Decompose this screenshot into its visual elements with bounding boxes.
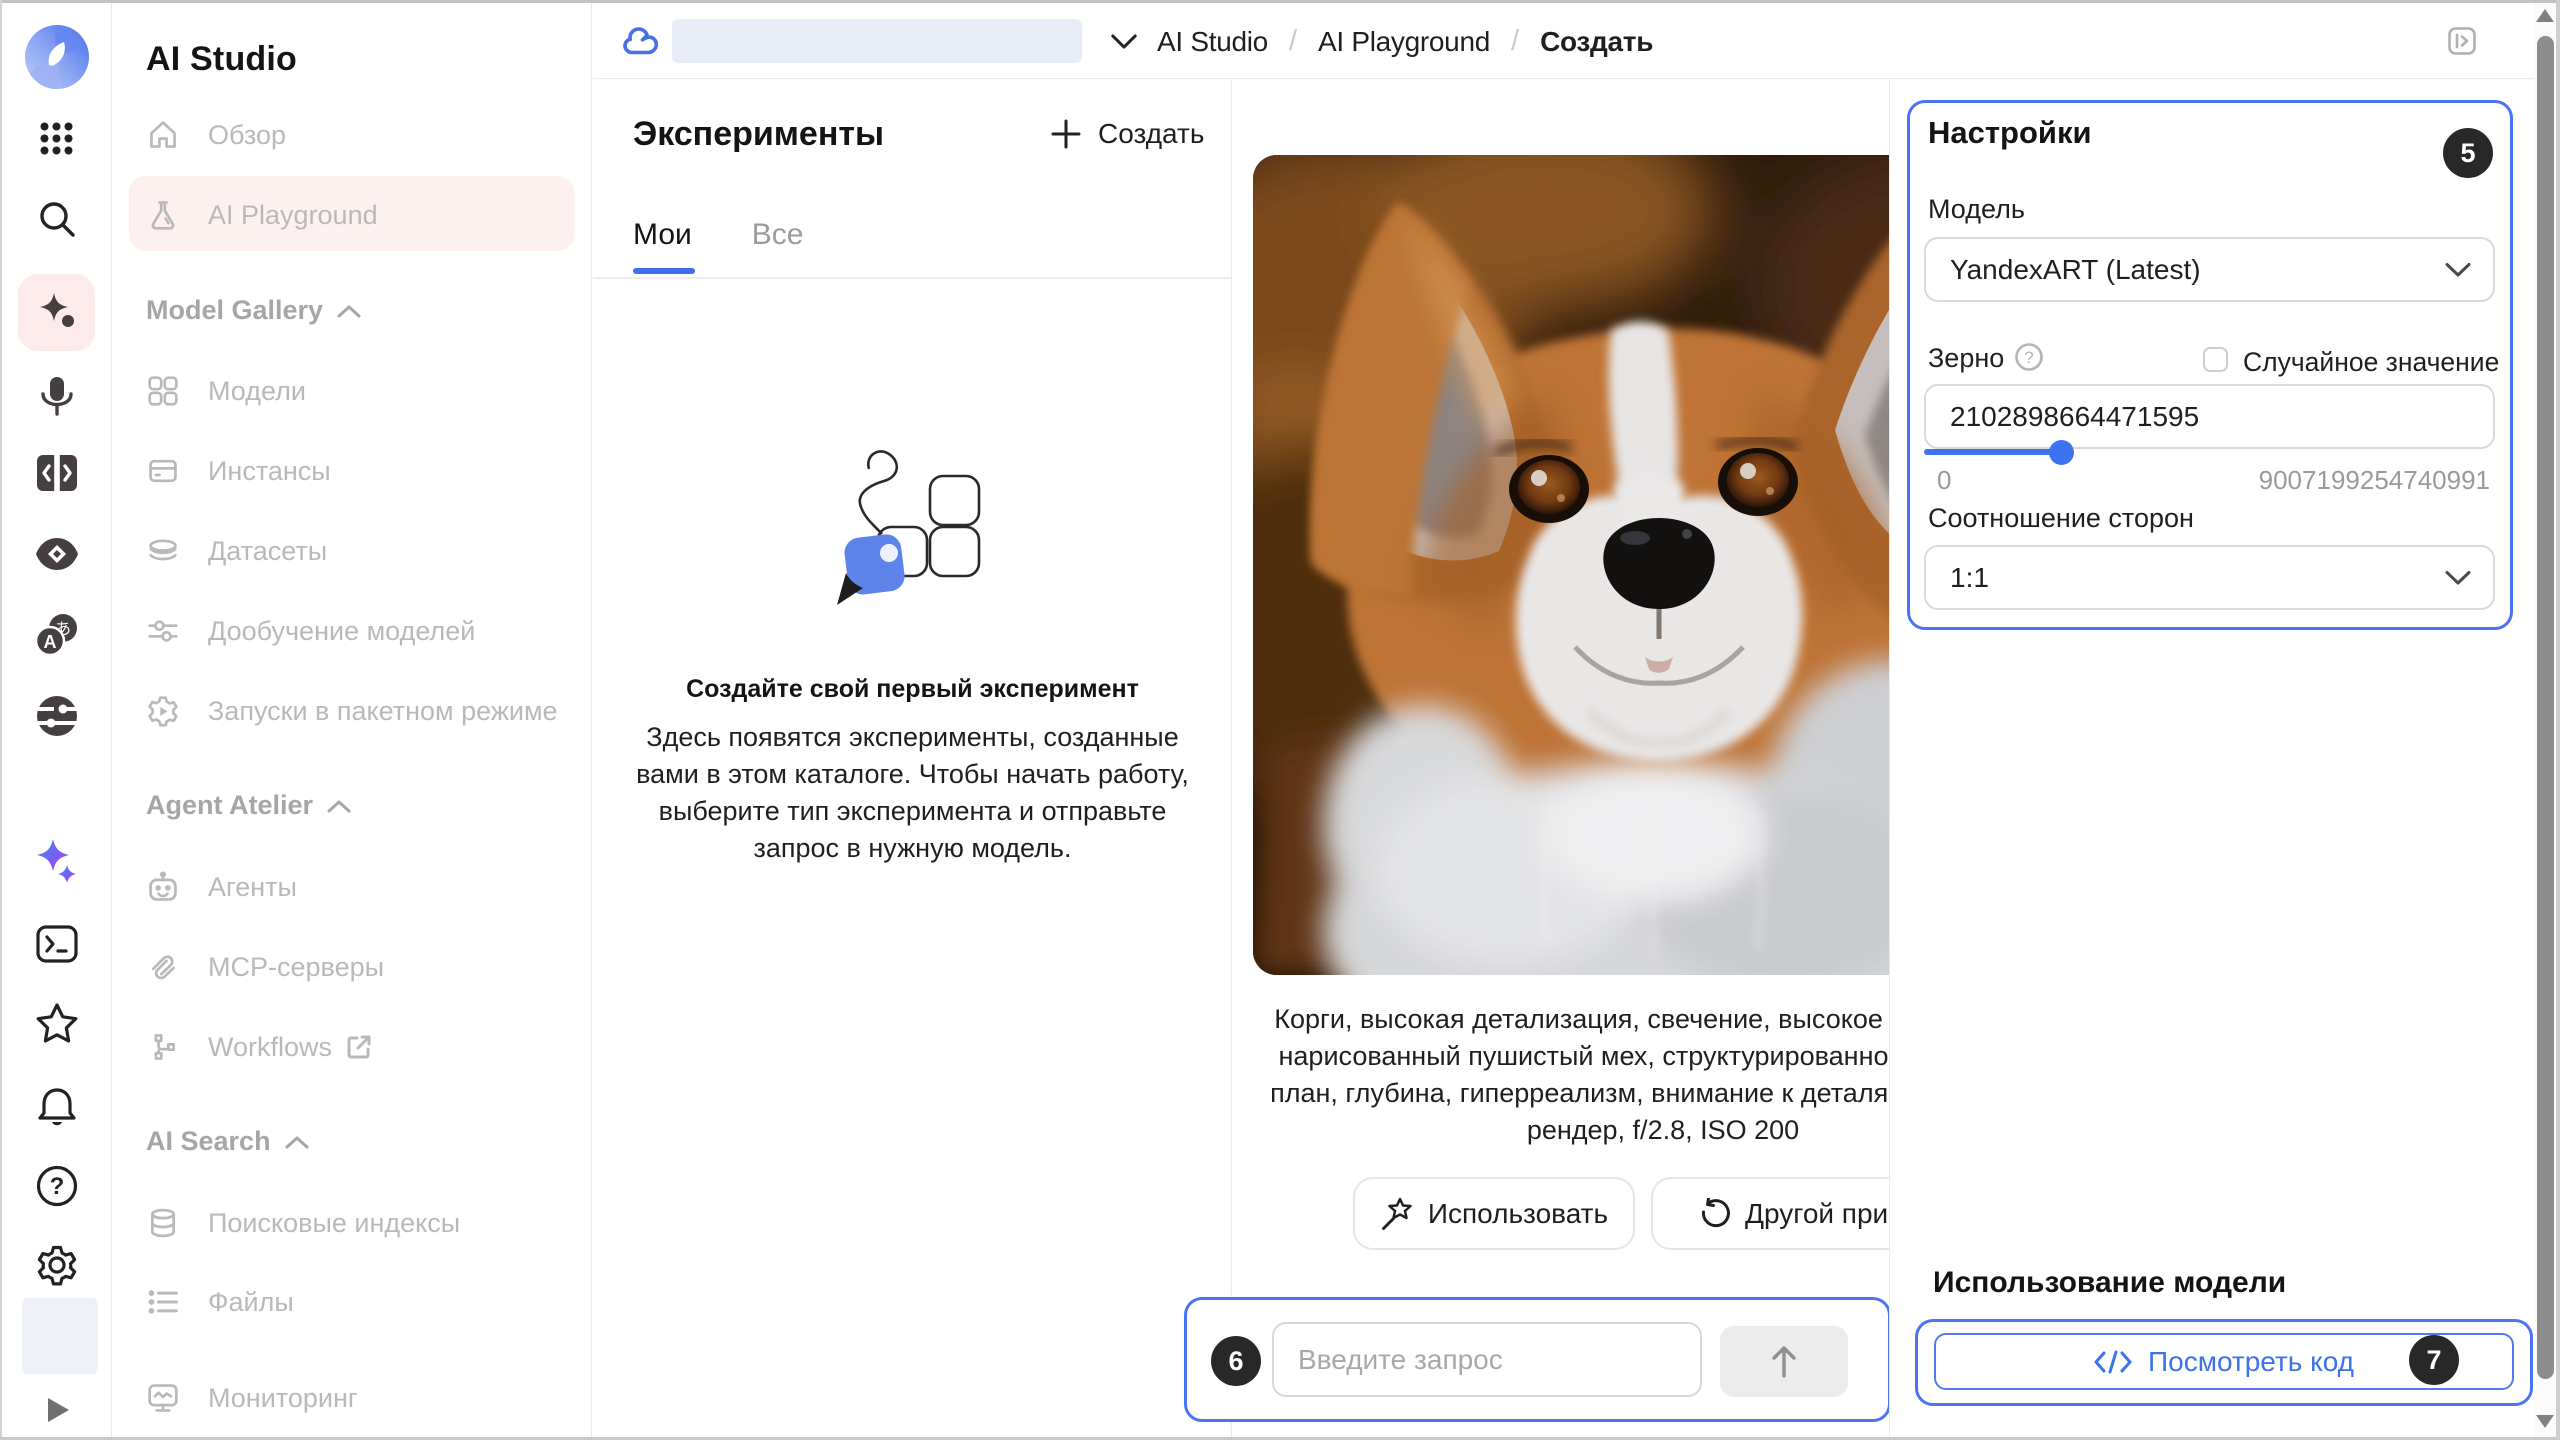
svg-text:?: ? [2024,348,2033,367]
svg-text:A: A [43,632,56,652]
svg-text:?: ? [49,1173,64,1200]
